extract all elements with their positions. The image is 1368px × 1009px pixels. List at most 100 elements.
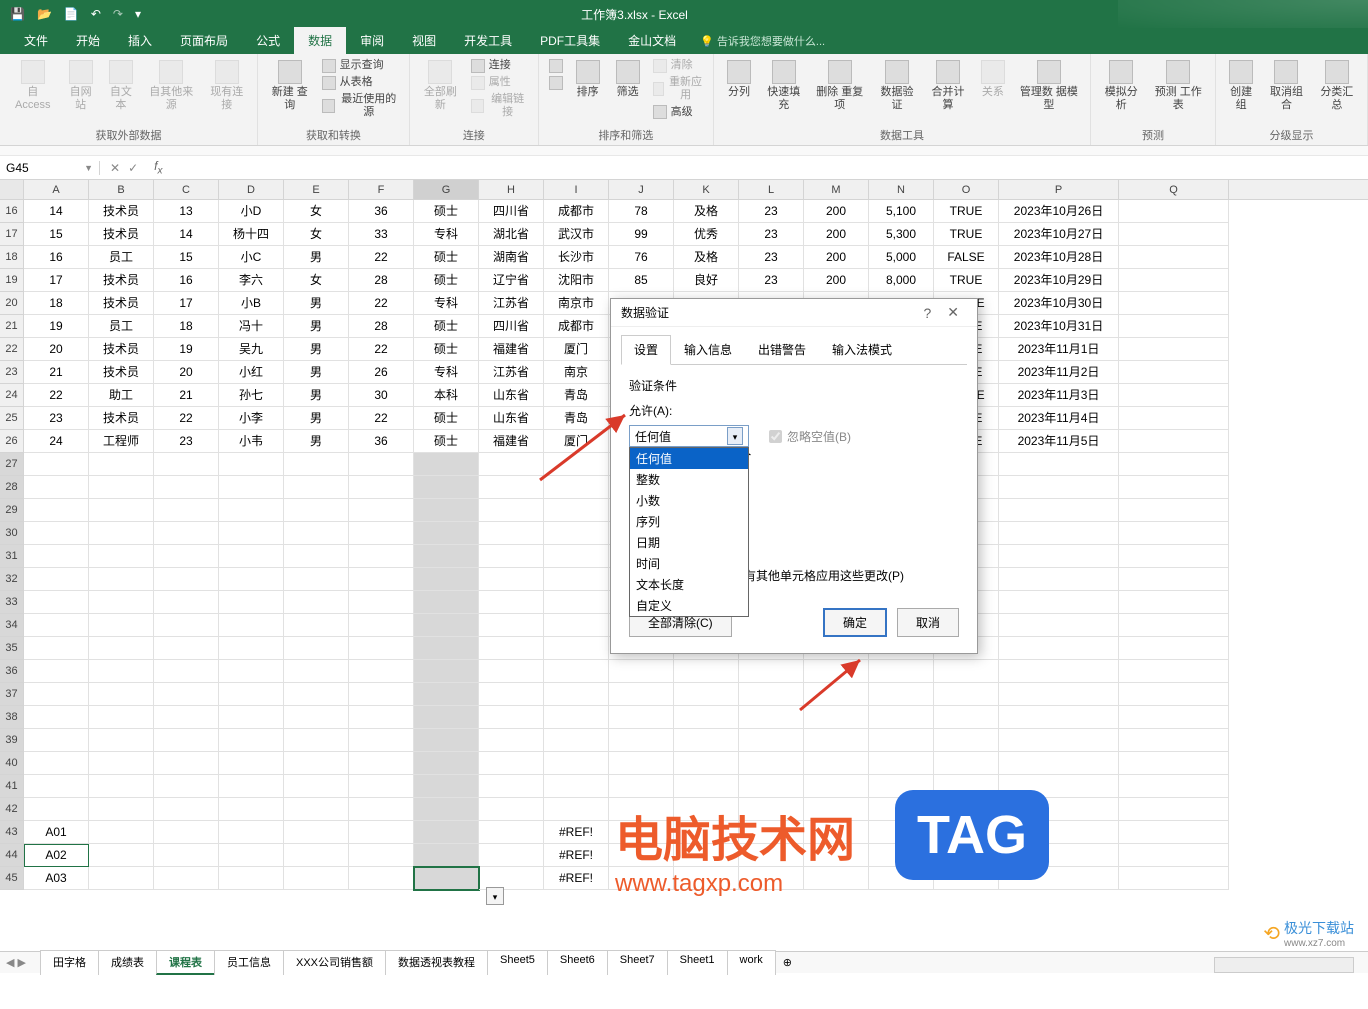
cell[interactable]: [804, 706, 869, 729]
cell[interactable]: [154, 453, 219, 476]
cell[interactable]: 99: [609, 223, 674, 246]
sheet-nav[interactable]: ◀ ▶: [6, 956, 26, 969]
btn-consolidate[interactable]: 合并计算: [924, 58, 972, 125]
cell[interactable]: 及格: [674, 246, 739, 269]
cell[interactable]: [674, 660, 739, 683]
cell[interactable]: [349, 545, 414, 568]
tab-insert[interactable]: 插入: [114, 27, 166, 54]
cell[interactable]: 18: [24, 292, 89, 315]
cell[interactable]: [999, 752, 1119, 775]
cell[interactable]: [869, 729, 934, 752]
cell[interactable]: 2023年10月30日: [999, 292, 1119, 315]
cell[interactable]: 技术员: [89, 292, 154, 315]
cell[interactable]: [739, 775, 804, 798]
row-header[interactable]: 30: [0, 522, 24, 545]
cell[interactable]: [284, 614, 349, 637]
cell[interactable]: [219, 568, 284, 591]
cell[interactable]: 男: [284, 338, 349, 361]
row-header[interactable]: 25: [0, 407, 24, 430]
cell[interactable]: [219, 775, 284, 798]
cell[interactable]: [284, 729, 349, 752]
cell[interactable]: 76: [609, 246, 674, 269]
cell[interactable]: [479, 729, 544, 752]
cell[interactable]: 小C: [219, 246, 284, 269]
cell[interactable]: 21: [154, 384, 219, 407]
cell[interactable]: [1119, 821, 1229, 844]
cell[interactable]: 30: [349, 384, 414, 407]
undo-icon[interactable]: ↶: [91, 7, 101, 21]
row-header[interactable]: 19: [0, 269, 24, 292]
cell[interactable]: 成都市: [544, 315, 609, 338]
btn-forecast-sheet[interactable]: 预测 工作表: [1148, 58, 1209, 125]
cell[interactable]: [544, 683, 609, 706]
sheet-tab[interactable]: 课程表: [156, 950, 215, 975]
cell[interactable]: [999, 499, 1119, 522]
cell[interactable]: [89, 821, 154, 844]
cell[interactable]: [999, 591, 1119, 614]
cell[interactable]: [609, 729, 674, 752]
cell[interactable]: [544, 499, 609, 522]
cell[interactable]: [154, 660, 219, 683]
cell[interactable]: 22: [349, 292, 414, 315]
cell[interactable]: [219, 476, 284, 499]
cell[interactable]: [414, 499, 479, 522]
cell[interactable]: 26: [349, 361, 414, 384]
cell[interactable]: [154, 798, 219, 821]
new-icon[interactable]: 📄: [64, 7, 79, 21]
cell[interactable]: [609, 683, 674, 706]
cell[interactable]: 女: [284, 223, 349, 246]
cell[interactable]: [739, 729, 804, 752]
cell[interactable]: [544, 614, 609, 637]
cell[interactable]: [24, 775, 89, 798]
cell[interactable]: 20: [24, 338, 89, 361]
cell[interactable]: 14: [154, 223, 219, 246]
cell[interactable]: [674, 683, 739, 706]
tab-review[interactable]: 审阅: [346, 27, 398, 54]
allow-option[interactable]: 任何值: [630, 448, 748, 469]
btn-group[interactable]: 创建组: [1222, 58, 1260, 125]
cell[interactable]: [1119, 545, 1229, 568]
cell[interactable]: [219, 545, 284, 568]
cell[interactable]: [284, 591, 349, 614]
cell[interactable]: [154, 729, 219, 752]
cell[interactable]: [544, 591, 609, 614]
cell[interactable]: 85: [609, 269, 674, 292]
cell[interactable]: [284, 453, 349, 476]
cell[interactable]: 湖南省: [479, 246, 544, 269]
cell[interactable]: [934, 706, 999, 729]
cell[interactable]: [609, 775, 674, 798]
cell-dropdown-button[interactable]: ▾: [486, 887, 504, 905]
btn-relationships[interactable]: 关系: [974, 58, 1012, 125]
cell[interactable]: [349, 775, 414, 798]
cell[interactable]: 辽宁省: [479, 269, 544, 292]
cell[interactable]: [414, 867, 479, 890]
cell[interactable]: [349, 660, 414, 683]
cell[interactable]: 技术员: [89, 269, 154, 292]
cell[interactable]: [24, 591, 89, 614]
help-icon[interactable]: ?: [915, 305, 939, 321]
cell[interactable]: 小韦: [219, 430, 284, 453]
cell[interactable]: [804, 775, 869, 798]
cell[interactable]: [154, 476, 219, 499]
cell[interactable]: [284, 499, 349, 522]
btn-refresh-all[interactable]: 全部刷新: [416, 58, 465, 125]
cell[interactable]: [89, 499, 154, 522]
cell[interactable]: [89, 591, 154, 614]
cell[interactable]: 2023年11月2日: [999, 361, 1119, 384]
cell[interactable]: [219, 844, 284, 867]
cell[interactable]: [24, 499, 89, 522]
cell[interactable]: [999, 545, 1119, 568]
cell[interactable]: [414, 614, 479, 637]
btn-data-model[interactable]: 管理数 据模型: [1014, 58, 1084, 125]
cell[interactable]: [89, 476, 154, 499]
row-header[interactable]: 27: [0, 453, 24, 476]
cell[interactable]: 200: [804, 223, 869, 246]
cell[interactable]: 2023年11月1日: [999, 338, 1119, 361]
cell[interactable]: 本科: [414, 384, 479, 407]
row-header[interactable]: 42: [0, 798, 24, 821]
cell[interactable]: 福建省: [479, 430, 544, 453]
cell[interactable]: [544, 706, 609, 729]
cell[interactable]: [804, 752, 869, 775]
dialog-titlebar[interactable]: 数据验证 ? ✕: [611, 299, 977, 327]
cell[interactable]: [219, 798, 284, 821]
